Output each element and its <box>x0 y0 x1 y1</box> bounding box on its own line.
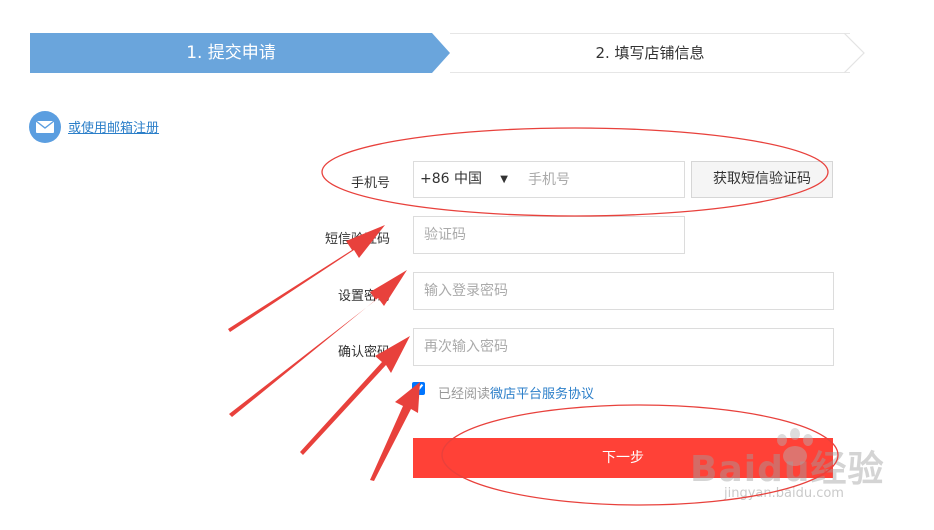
country-code-value: +86 中国 <box>420 171 482 187</box>
service-agreement-link[interactable]: 微店平台服务协议 <box>490 387 594 402</box>
country-code-select[interactable]: +86 中国 ▼ <box>413 161 519 198</box>
step-1-active: 1. 提交申请 <box>30 33 432 73</box>
caret-down-icon: ▼ <box>500 174 508 185</box>
phone-field[interactable] <box>518 161 685 198</box>
sms-code-input[interactable] <box>414 217 684 253</box>
watermark-brand: Baidu经验 <box>690 449 885 490</box>
step-2: 2. 填写店铺信息 <box>450 33 850 73</box>
password-label: 设置密码 <box>337 289 390 304</box>
sms-code-label: 短信验证码 <box>324 232 390 247</box>
sms-code-field[interactable] <box>413 216 685 254</box>
phone-input[interactable] <box>518 162 684 197</box>
mail-icon[interactable] <box>29 111 61 143</box>
agreement-checkbox[interactable] <box>412 382 425 395</box>
watermark-url: jingyan.baidu.com <box>724 486 844 501</box>
step-chevron-icon <box>843 33 865 73</box>
email-register-link[interactable]: 或使用邮箱注册 <box>68 117 159 136</box>
confirm-password-label: 确认密码 <box>337 345 390 360</box>
phone-label: 手机号 <box>350 176 390 191</box>
confirm-password-input[interactable] <box>414 329 833 365</box>
password-input[interactable] <box>414 273 833 309</box>
step-bar: 1. 提交申请 2. 填写店铺信息 <box>30 33 934 73</box>
step-1-arrow <box>432 33 450 73</box>
confirm-password-field[interactable] <box>413 328 834 366</box>
agreement-text: 已经阅读微店平台服务协议 <box>438 383 594 402</box>
password-field[interactable] <box>413 272 834 310</box>
agreement-prefix: 已经阅读 <box>438 387 491 402</box>
get-sms-code-button[interactable]: 获取短信验证码 <box>691 161 833 198</box>
